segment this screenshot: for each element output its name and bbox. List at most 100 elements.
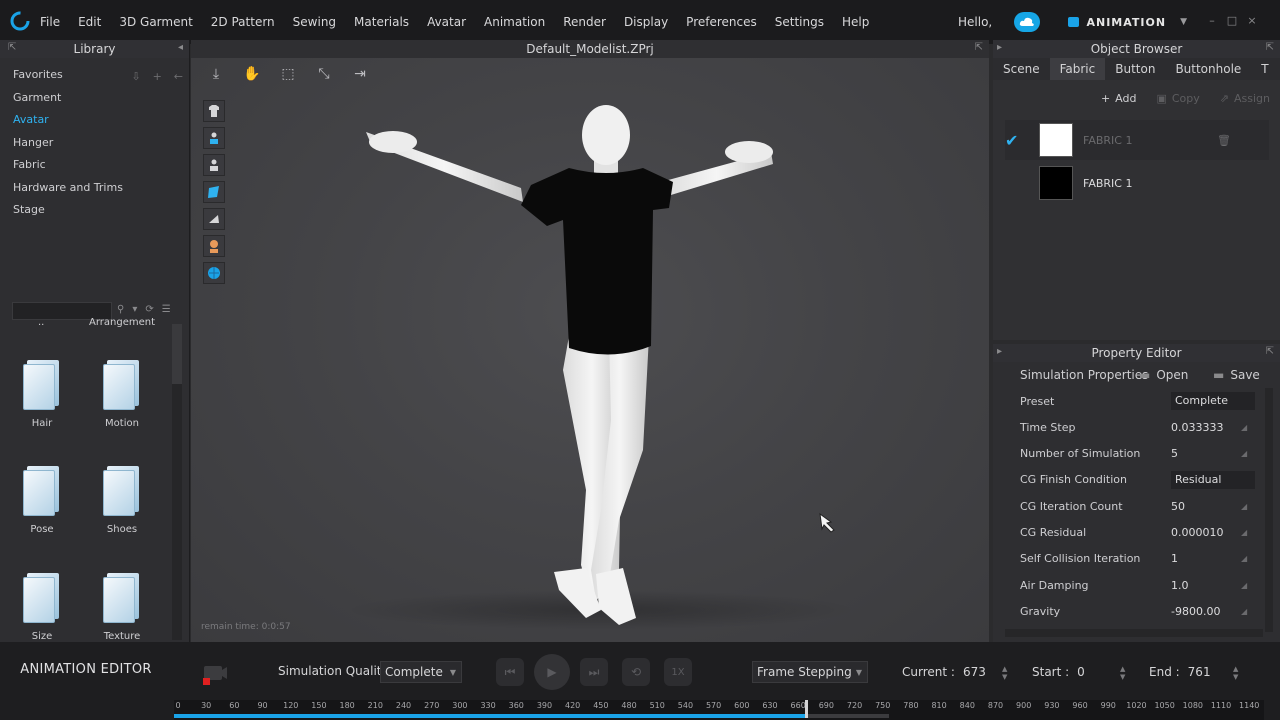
- playback-speed-button[interactable]: 1X: [664, 658, 692, 686]
- fabric-row[interactable]: FABRIC 1: [1005, 163, 1269, 203]
- chevron-down-icon[interactable]: ▾: [132, 304, 137, 315]
- list-view-icon[interactable]: ☰: [162, 304, 171, 315]
- menu-avatar[interactable]: Avatar: [427, 15, 466, 29]
- property-row[interactable]: Gravity -9800.00 ◢: [993, 598, 1263, 624]
- property-row[interactable]: Number of Simulation 5 ◢: [993, 441, 1263, 467]
- avatar-figure[interactable]: [191, 40, 989, 642]
- menu-sewing[interactable]: Sewing: [293, 15, 336, 29]
- refresh-icon[interactable]: ⟳: [145, 304, 153, 315]
- menu-3d-garment[interactable]: 3D Garment: [119, 15, 192, 29]
- collapse-right-icon[interactable]: ▸: [997, 346, 1002, 357]
- property-row[interactable]: Preset Complete: [993, 388, 1263, 414]
- menu-settings[interactable]: Settings: [775, 15, 824, 29]
- property-value[interactable]: 0.000010: [1143, 526, 1233, 539]
- menu-preferences[interactable]: Preferences: [686, 15, 757, 29]
- collapse-left-icon[interactable]: ◂: [178, 42, 183, 53]
- timeline[interactable]: 0 30 60 90 120 150 180 210 240 270 300 330 360 390 420…: [174, 700, 1264, 720]
- copy-fabric-button[interactable]: ▣ Copy: [1156, 92, 1199, 105]
- slider-icon[interactable]: ◢: [1241, 423, 1247, 432]
- record-button[interactable]: [200, 662, 228, 686]
- minimize-icon[interactable]: –: [1205, 14, 1219, 28]
- add-fabric-button[interactable]: + Add: [1101, 92, 1137, 105]
- parent-folder-label[interactable]: ..: [38, 317, 44, 328]
- spin-icon[interactable]: ▲ ▼: [1120, 665, 1125, 681]
- clo-logo-icon[interactable]: [9, 10, 31, 32]
- property-row[interactable]: CG Iteration Count 50 ◢: [993, 493, 1263, 519]
- menu-2d-pattern[interactable]: 2D Pattern: [211, 15, 275, 29]
- library-folder[interactable]: Size: [12, 573, 72, 642]
- save-button[interactable]: ▬ Save: [1213, 368, 1260, 382]
- cloud-button[interactable]: [1014, 12, 1040, 32]
- tab-buttonhole[interactable]: Buttonhole: [1165, 58, 1251, 80]
- property-value[interactable]: Complete: [1171, 392, 1255, 410]
- delete-icon[interactable]: 🗑: [1217, 134, 1231, 147]
- undock-icon[interactable]: ⇱: [1266, 42, 1274, 53]
- library-folder[interactable]: Hair: [12, 360, 72, 429]
- library-item-hanger[interactable]: Hanger: [0, 134, 190, 157]
- library-scrollbar-thumb[interactable]: [172, 324, 182, 384]
- tab-fabric[interactable]: Fabric: [1049, 58, 1106, 80]
- library-item-garment[interactable]: Garment: [0, 89, 190, 112]
- property-value[interactable]: Residual: [1171, 470, 1255, 489]
- property-row[interactable]: CG Residual 0.000010 ◢: [993, 520, 1263, 546]
- property-value[interactable]: -9800.00: [1143, 605, 1233, 618]
- frame-mode-select[interactable]: Frame Stepping ▼: [752, 661, 868, 683]
- mode-switch-button[interactable]: ANIMATION ▼: [1060, 12, 1188, 32]
- property-hscrollbar[interactable]: [1005, 629, 1263, 637]
- skip-to-start-button[interactable]: ⏮: [496, 658, 524, 686]
- skip-to-end-button[interactable]: ⏭: [580, 658, 608, 686]
- library-folder[interactable]: Texture: [92, 573, 152, 642]
- menu-edit[interactable]: Edit: [78, 15, 101, 29]
- library-item-fabric[interactable]: Fabric: [0, 156, 190, 179]
- library-folder[interactable]: Motion: [92, 360, 152, 429]
- menu-render[interactable]: Render: [563, 15, 606, 29]
- library-item-avatar[interactable]: Avatar: [0, 111, 190, 134]
- library-item-favorites[interactable]: Favorites: [0, 66, 190, 89]
- library-item-stage[interactable]: Stage: [0, 201, 190, 224]
- property-row[interactable]: Air Damping 1.0 ◢: [993, 572, 1263, 598]
- undock-icon[interactable]: ⇱: [8, 42, 16, 53]
- library-folder[interactable]: Shoes: [92, 466, 152, 535]
- menu-animation[interactable]: Animation: [484, 15, 545, 29]
- tab-scene[interactable]: Scene: [993, 58, 1050, 80]
- undock-icon[interactable]: ⇱: [1266, 346, 1274, 357]
- slider-icon[interactable]: ◢: [1241, 554, 1247, 563]
- menu-help[interactable]: Help: [842, 15, 869, 29]
- simulation-quality-select[interactable]: Complete ▼: [380, 661, 462, 683]
- spin-icon[interactable]: ▲ ▼: [1233, 665, 1238, 681]
- slider-icon[interactable]: ◢: [1241, 502, 1247, 511]
- slider-icon[interactable]: ◢: [1241, 581, 1247, 590]
- property-value[interactable]: 1: [1143, 552, 1233, 565]
- library-item-hardware-and-trims[interactable]: Hardware and Trims: [0, 179, 190, 202]
- assign-fabric-button[interactable]: ⇗ Assign: [1220, 92, 1270, 105]
- property-value[interactable]: 0.033333: [1143, 421, 1233, 434]
- slider-icon[interactable]: ◢: [1241, 528, 1247, 537]
- search-icon[interactable]: ⚲: [117, 304, 124, 315]
- timeline-playhead[interactable]: [805, 700, 809, 718]
- property-value[interactable]: 5: [1143, 447, 1233, 460]
- start-frame-field[interactable]: Start : 0 ▲ ▼: [1032, 661, 1132, 683]
- loop-button[interactable]: ⟲: [622, 658, 650, 686]
- property-row[interactable]: CG Finish Condition Residual: [993, 467, 1263, 493]
- spin-icon[interactable]: ▲ ▼: [1002, 665, 1007, 681]
- maximize-icon[interactable]: □: [1225, 14, 1239, 28]
- open-button[interactable]: ▬ Open: [1139, 368, 1188, 382]
- property-row[interactable]: Self Collision Iteration Co1 ◢: [993, 546, 1263, 572]
- property-value[interactable]: 1.0: [1143, 579, 1233, 592]
- 3d-viewport[interactable]: Default_Modelist.ZPrj ⇱ ⤓ ✋ ⬚ ⤡ ⇥ remain…: [191, 40, 989, 642]
- menu-materials[interactable]: Materials: [354, 15, 409, 29]
- end-frame-field[interactable]: End : 761 ▲ ▼: [1149, 661, 1245, 683]
- slider-icon[interactable]: ◢: [1241, 449, 1247, 458]
- arrangement-label[interactable]: Arrangement: [89, 317, 155, 328]
- menu-display[interactable]: Display: [624, 15, 668, 29]
- library-folder[interactable]: Pose: [12, 466, 72, 535]
- close-icon[interactable]: ×: [1245, 14, 1259, 28]
- tab-button[interactable]: Button: [1105, 58, 1165, 80]
- slider-icon[interactable]: ◢: [1241, 607, 1247, 616]
- fabric-row[interactable]: ✔ FABRIC 1 🗑: [1005, 120, 1269, 160]
- current-frame-field[interactable]: Current : 673 ▲ ▼: [902, 661, 1014, 683]
- property-scrollbar[interactable]: [1265, 388, 1273, 632]
- property-row[interactable]: Time Step 0.033333 ◢: [993, 414, 1263, 440]
- tab-t[interactable]: T: [1251, 58, 1278, 80]
- menu-file[interactable]: File: [40, 15, 60, 29]
